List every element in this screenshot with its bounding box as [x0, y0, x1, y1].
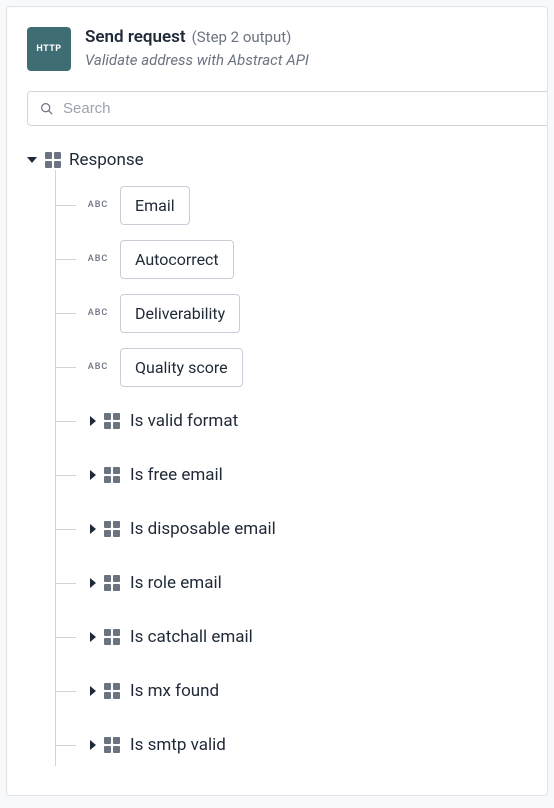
caret-right-icon — [90, 470, 96, 480]
tree-root-label: Response — [69, 150, 144, 170]
header-text: Send request (Step 2 output) Validate ad… — [85, 27, 309, 71]
tree-root-response[interactable]: Response — [27, 150, 547, 170]
caret-right-icon — [90, 632, 96, 642]
object-field-icons — [90, 575, 120, 591]
field-label: Is smtp valid — [130, 735, 226, 755]
field-email[interactable]: ABC Email — [56, 184, 547, 226]
object-icon — [104, 413, 120, 429]
object-field-icons — [90, 467, 120, 483]
field-is-disposable-email[interactable]: Is disposable email — [56, 508, 547, 550]
caret-down-icon — [27, 157, 37, 163]
object-field-icons — [90, 737, 120, 753]
field-deliverability[interactable]: ABC Deliverability — [56, 292, 547, 334]
tree-connector — [56, 367, 76, 368]
field-label: Is catchall email — [130, 627, 253, 647]
field-label: Is mx found — [130, 681, 219, 701]
tree-connector — [56, 691, 76, 692]
object-icon — [45, 152, 61, 168]
object-field-icons — [90, 413, 120, 429]
string-type-icon: ABC — [84, 254, 112, 264]
object-icon — [104, 629, 120, 645]
field-label: Is disposable email — [130, 519, 276, 539]
field-label: Is free email — [130, 465, 223, 485]
tree-connector — [56, 475, 76, 476]
tree-connector — [56, 637, 76, 638]
field-label: Deliverability — [120, 294, 240, 333]
object-icon — [104, 575, 120, 591]
tree-connector — [56, 313, 76, 314]
header-subtitle: Validate address with Abstract API — [85, 51, 309, 69]
caret-right-icon — [90, 740, 96, 750]
response-tree: Response ABC Email ABC Autocorrect ABC D… — [27, 150, 547, 766]
string-type-icon: ABC — [84, 308, 112, 318]
caret-right-icon — [90, 524, 96, 534]
object-icon — [104, 521, 120, 537]
search-input[interactable] — [63, 100, 535, 117]
string-type-icon: ABC — [84, 200, 112, 210]
object-icon — [104, 467, 120, 483]
tree-connector — [56, 259, 76, 260]
search-icon — [40, 102, 53, 115]
string-type-icon: ABC — [84, 362, 112, 372]
object-icon — [104, 683, 120, 699]
field-is-catchall-email[interactable]: Is catchall email — [56, 616, 547, 658]
caret-right-icon — [90, 416, 96, 426]
header-title-row: Send request (Step 2 output) — [85, 27, 309, 47]
tree-connector — [56, 529, 76, 530]
search-container[interactable] — [27, 91, 547, 126]
object-icon — [104, 737, 120, 753]
http-icon: HTTP — [27, 27, 71, 71]
field-is-smtp-valid[interactable]: Is smtp valid — [56, 724, 547, 766]
field-label: Is role email — [130, 573, 222, 593]
tree-children: ABC Email ABC Autocorrect ABC Deliverabi… — [55, 170, 547, 766]
field-quality-score[interactable]: ABC Quality score — [56, 346, 547, 388]
field-is-role-email[interactable]: Is role email — [56, 562, 547, 604]
field-label: Is valid format — [130, 411, 238, 431]
http-icon-label: HTTP — [36, 44, 61, 54]
field-label: Quality score — [120, 348, 243, 387]
object-field-icons — [90, 683, 120, 699]
field-autocorrect[interactable]: ABC Autocorrect — [56, 238, 547, 280]
header-step: (Step 2 output) — [192, 28, 292, 46]
data-picker-panel: HTTP Send request (Step 2 output) Valida… — [6, 6, 548, 796]
field-is-valid-format[interactable]: Is valid format — [56, 400, 547, 442]
field-label: Email — [120, 186, 190, 225]
header-title: Send request — [85, 27, 186, 47]
tree-connector — [56, 205, 76, 206]
caret-right-icon — [90, 686, 96, 696]
tree-connector — [56, 583, 76, 584]
object-field-icons — [90, 629, 120, 645]
caret-right-icon — [90, 578, 96, 588]
field-is-free-email[interactable]: Is free email — [56, 454, 547, 496]
object-field-icons — [90, 521, 120, 537]
tree-connector — [56, 745, 76, 746]
field-label: Autocorrect — [120, 240, 234, 279]
panel-header: HTTP Send request (Step 2 output) Valida… — [27, 27, 547, 71]
tree-connector — [56, 421, 76, 422]
field-is-mx-found[interactable]: Is mx found — [56, 670, 547, 712]
